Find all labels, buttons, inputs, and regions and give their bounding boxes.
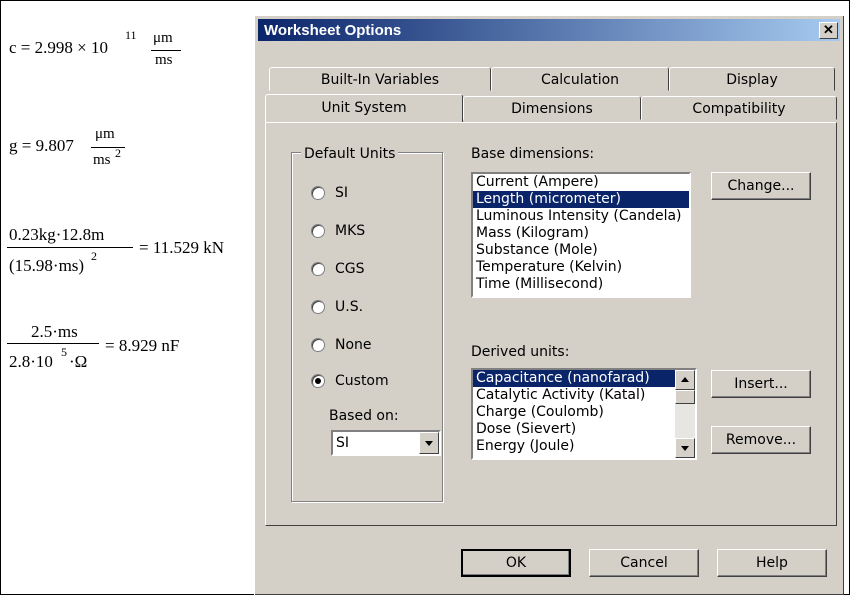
eq-c-lhs: c = 2.998 × 10 xyxy=(9,38,108,57)
eq-c-denominator: ms xyxy=(155,52,173,68)
radio-none[interactable]: None xyxy=(311,337,372,353)
radio-button-selected-icon xyxy=(311,374,325,388)
based-on-value: SI xyxy=(336,435,350,451)
close-icon: ✕ xyxy=(823,22,834,37)
list-item-selected[interactable]: Length (micrometer) xyxy=(473,191,689,208)
base-dimensions-label: Base dimensions: xyxy=(471,146,595,162)
eq-force-result: = 11.529 kN xyxy=(139,238,224,257)
help-button[interactable]: Help xyxy=(717,549,827,577)
scroll-thumb[interactable] xyxy=(675,390,695,404)
scroll-up-button[interactable] xyxy=(675,370,695,390)
radio-button-icon xyxy=(311,186,325,200)
radio-mks[interactable]: MKS xyxy=(311,223,365,239)
chevron-down-icon xyxy=(425,441,433,446)
radio-button-icon xyxy=(311,224,325,238)
based-on-label: Based on: xyxy=(329,408,399,424)
tab-built-in-variables[interactable]: Built-In Variables xyxy=(269,67,491,91)
based-on-select[interactable]: SI xyxy=(331,430,441,456)
list-item[interactable]: Energy (Joule) xyxy=(473,438,675,455)
tab-compatibility[interactable]: Compatibility xyxy=(641,96,837,120)
eq-cap-denominator-a: 2.8·10 xyxy=(9,352,53,371)
eq-cap-exponent: 5 xyxy=(61,345,67,359)
derived-units-list[interactable]: Capacitance (nanofarad) Catalytic Activi… xyxy=(471,368,697,460)
list-item[interactable]: Mass (Kilogram) xyxy=(473,225,689,242)
ok-button[interactable]: OK xyxy=(461,549,571,577)
base-dimensions-list[interactable]: Current (Ampere) Length (micrometer) Lum… xyxy=(471,172,691,298)
eq-g-numerator: μm xyxy=(95,126,115,142)
list-item[interactable]: Current (Ampere) xyxy=(473,174,689,191)
list-item[interactable]: Charge (Coulomb) xyxy=(473,404,675,421)
list-item[interactable]: Luminous Intensity (Candela) xyxy=(473,208,689,225)
radio-cgs[interactable]: CGS xyxy=(311,261,365,277)
dropdown-button[interactable] xyxy=(419,432,439,454)
worksheet-options-dialog: Worksheet Options ✕ Built-In Variables C… xyxy=(254,15,844,595)
eq-g-lhs: g = 9.807 xyxy=(9,136,74,155)
eq-force-denominator: (15.98·ms) xyxy=(9,256,85,275)
eq-cap-fraction-bar xyxy=(7,343,99,344)
remove-button[interactable]: Remove... xyxy=(711,426,811,454)
arrow-up-icon xyxy=(681,377,689,382)
eq-g-denominator: ms xyxy=(93,152,111,168)
dialog-title: Worksheet Options xyxy=(264,22,402,39)
insert-button[interactable]: Insert... xyxy=(711,370,811,398)
change-button[interactable]: Change... xyxy=(711,172,811,200)
radio-button-icon xyxy=(311,300,325,314)
eq-cap-denominator-b: ·Ω xyxy=(69,352,88,371)
list-item[interactable]: Substance (Mole) xyxy=(473,242,689,259)
dialog-titlebar[interactable]: Worksheet Options ✕ xyxy=(258,19,840,41)
cancel-button[interactable]: Cancel xyxy=(589,549,699,577)
eq-c-exponent: 11 xyxy=(125,28,137,42)
default-units-label: Default Units xyxy=(301,146,399,162)
eq-force-fraction-bar xyxy=(7,247,133,248)
tab-calculation[interactable]: Calculation xyxy=(491,67,669,91)
tab-dimensions[interactable]: Dimensions xyxy=(463,96,641,120)
radio-custom[interactable]: Custom xyxy=(311,373,389,389)
close-button[interactable]: ✕ xyxy=(819,22,838,39)
radio-us[interactable]: U.S. xyxy=(311,299,363,315)
eq-cap-result: = 8.929 nF xyxy=(105,336,180,355)
tab-display[interactable]: Display xyxy=(669,67,835,91)
radio-si[interactable]: SI xyxy=(311,185,348,201)
eq-force-numerator: 0.23kg·12.8m xyxy=(9,225,105,244)
eq-force-exponent: 2 xyxy=(91,249,97,263)
derived-units-scrollbar[interactable] xyxy=(675,370,695,458)
list-item[interactable]: Catalytic Activity (Katal) xyxy=(473,387,675,404)
radio-button-icon xyxy=(311,262,325,276)
scroll-down-button[interactable] xyxy=(675,438,695,458)
eq-c-fraction-bar xyxy=(151,50,181,51)
list-item[interactable]: Time (Millisecond) xyxy=(473,276,689,293)
eq-cap-numerator: 2.5·ms xyxy=(31,322,78,341)
tab-unit-system[interactable]: Unit System xyxy=(265,94,463,122)
eq-g-exponent: 2 xyxy=(115,146,121,160)
derived-units-label: Derived units: xyxy=(471,344,570,360)
arrow-down-icon xyxy=(681,446,689,451)
list-item[interactable]: Temperature (Kelvin) xyxy=(473,259,689,276)
list-item[interactable]: Dose (Sievert) xyxy=(473,421,675,438)
list-item-selected[interactable]: Capacitance (nanofarad) xyxy=(473,370,675,387)
eq-c-numerator: μm xyxy=(153,30,173,46)
radio-button-icon xyxy=(311,338,325,352)
